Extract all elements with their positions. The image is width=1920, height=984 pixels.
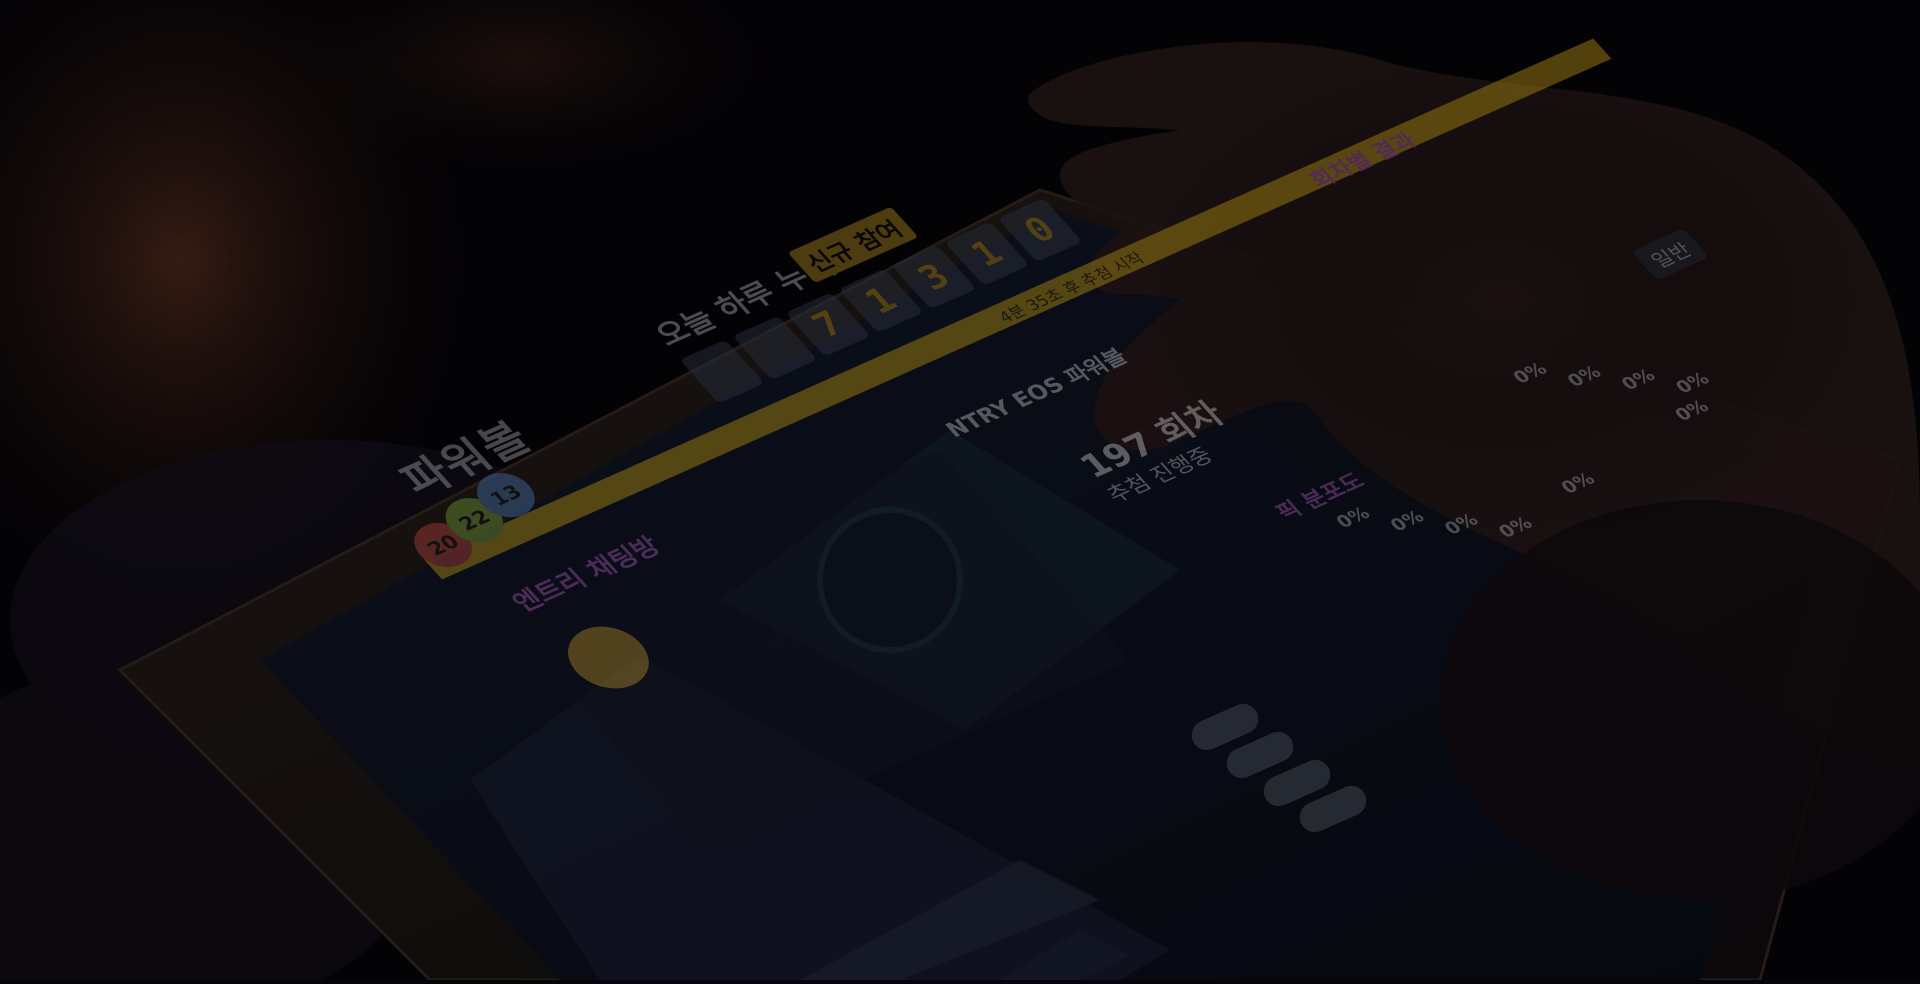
- history-title: 회차별 결과: [1305, 129, 1423, 193]
- percentage-label: 0%: [1386, 506, 1429, 536]
- live-game-title: NTRY EOS 파워볼: [941, 345, 1133, 443]
- percentage-label: 0%: [1332, 503, 1375, 533]
- percentage-label: 0%: [1563, 362, 1606, 392]
- mode-badge[interactable]: 일반: [1631, 228, 1710, 281]
- percentage-label: 0%: [1617, 365, 1660, 395]
- percentage-label: 0%: [1671, 368, 1715, 398]
- percentage-label: 0%: [1670, 396, 1714, 426]
- photo-scene: 파워볼 오늘 하루 누적 신규 참여 7 1 3 1 0 4분 35초 후 추첨…: [0, 0, 1920, 984]
- percentage-label: 0%: [1440, 510, 1483, 539]
- percentage-label: 0%: [1509, 359, 1552, 388]
